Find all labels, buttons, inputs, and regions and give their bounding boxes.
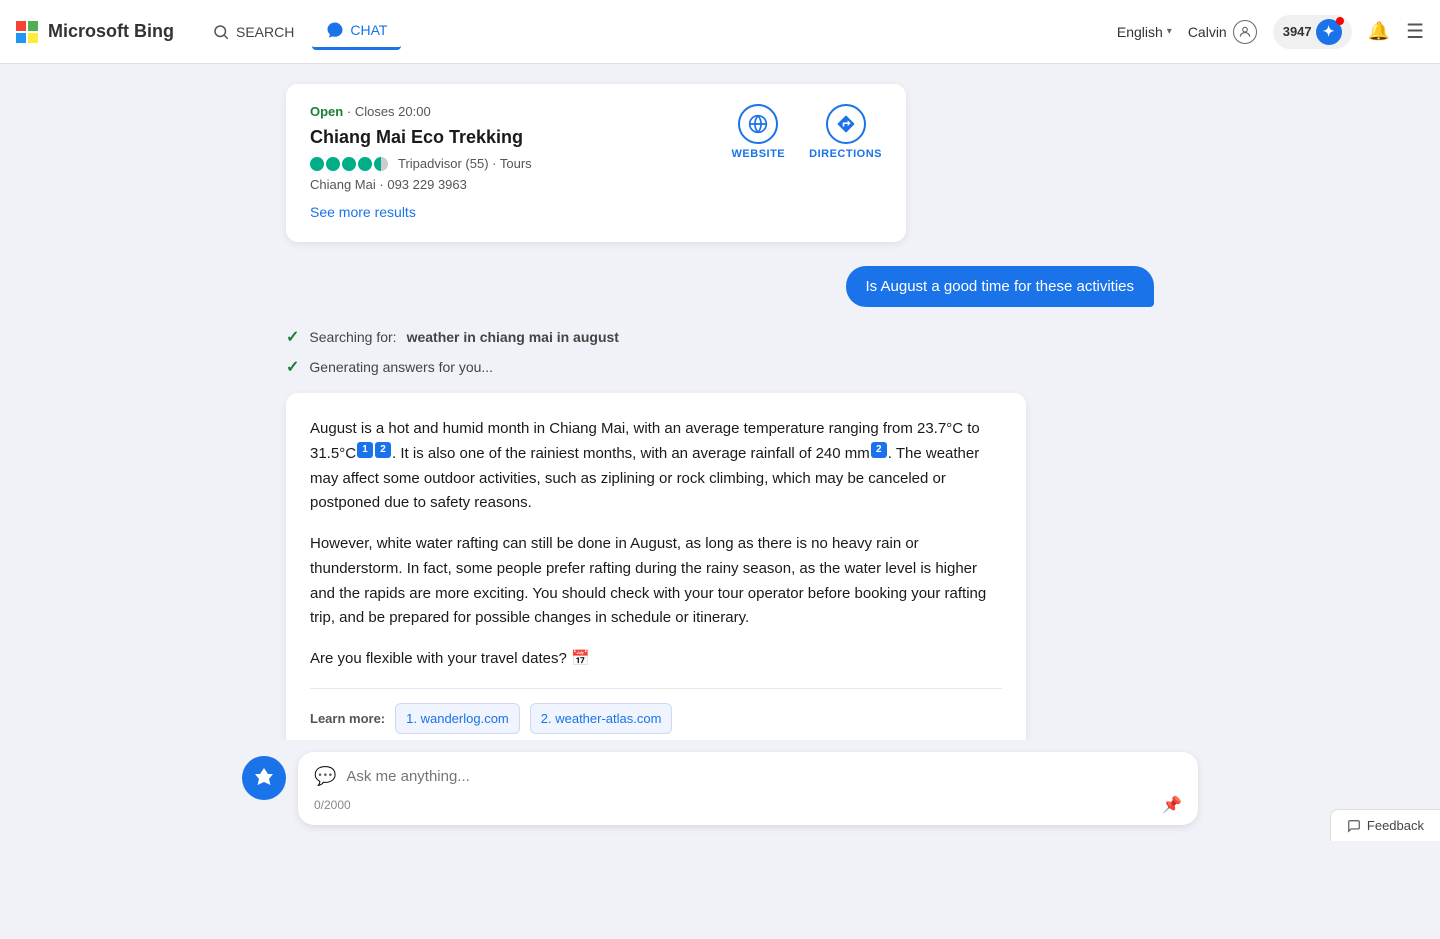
address-text: Chiang Mai: [310, 177, 376, 192]
website-icon: [738, 104, 778, 144]
points-badge[interactable]: 3947 ✦: [1273, 15, 1352, 49]
menu-icon[interactable]: ☰: [1406, 19, 1424, 44]
chat-label: CHAT: [350, 22, 387, 38]
response-paragraph-3: Are you flexible with your travel dates?…: [310, 647, 1002, 672]
card-actions: WEBSITE DIRECTIONS: [732, 104, 882, 160]
search-status-1: ✓ Searching for: weather in chiang mai i…: [286, 327, 1154, 347]
input-footer: 0/2000 📌: [314, 795, 1182, 815]
website-action[interactable]: WEBSITE: [732, 104, 786, 160]
user-avatar: [1233, 20, 1257, 44]
para1-middle: . It is also one of the rainiest months,…: [392, 445, 870, 462]
bing-logo[interactable]: Microsoft Bing: [16, 21, 174, 43]
category-label: Tours: [500, 156, 532, 171]
learn-more-link-2[interactable]: 2. weather-atlas.com: [530, 703, 673, 734]
chevron-down-icon: ▾: [1167, 26, 1172, 37]
star-rating: [310, 157, 390, 171]
response-paragraph-1: August is a hot and humid month in Chian…: [310, 417, 1002, 516]
learn-more-section: Learn more: 1. wanderlog.com 2. weather-…: [310, 688, 1002, 734]
check-icon-2: ✓: [286, 357, 299, 377]
nav-chat[interactable]: CHAT: [312, 13, 401, 50]
check-icon-1: ✓: [286, 327, 299, 347]
input-row: 💬: [314, 766, 1182, 787]
cite-badge-1[interactable]: 1: [357, 442, 373, 458]
directions-label: DIRECTIONS: [809, 148, 882, 160]
response-paragraph-2: However, white water rafting can still b…: [310, 532, 1002, 631]
phone-number: 093 229 3963: [387, 177, 467, 192]
directions-icon: [826, 104, 866, 144]
feedback-button[interactable]: Feedback: [1330, 809, 1440, 841]
user-message: Is August a good time for these activiti…: [286, 266, 1154, 307]
points-value: 3947: [1283, 24, 1312, 39]
search-label: SEARCH: [236, 24, 294, 40]
user-bubble: Is August a good time for these activiti…: [846, 266, 1154, 307]
search-status-2: ✓ Generating answers for you...: [286, 357, 1154, 377]
chat-icon: [326, 21, 344, 39]
search-icon: [212, 23, 230, 41]
generating-text: Generating answers for you...: [309, 359, 493, 375]
rewards-icon: ✦: [1316, 19, 1342, 45]
copilot-avatar: [242, 756, 286, 800]
language-text: English: [1117, 24, 1163, 40]
language-selector[interactable]: English ▾: [1117, 24, 1172, 40]
input-box: 💬 0/2000 📌: [298, 752, 1198, 825]
header: Microsoft Bing SEARCH CHAT English ▾ Cal…: [0, 0, 1440, 64]
feedback-icon: [1347, 819, 1361, 833]
card-address: Chiang Mai · 093 229 3963: [310, 177, 882, 192]
tripadvisor-count: Tripadvisor (55): [398, 156, 489, 171]
search-query: weather in chiang mai in august: [407, 329, 619, 345]
logo-text: Microsoft Bing: [48, 21, 174, 42]
username: Calvin: [1188, 24, 1227, 40]
response-card: August is a hot and humid month in Chian…: [286, 393, 1026, 758]
website-label: WEBSITE: [732, 148, 786, 160]
result-card: Open · Closes 20:00 Chiang Mai Eco Trekk…: [286, 84, 906, 242]
cite-badge-2[interactable]: 2: [375, 442, 391, 458]
logo-squares: [16, 21, 38, 43]
see-more-link[interactable]: See more results: [310, 204, 416, 220]
learn-more-link-1[interactable]: 1. wanderlog.com: [395, 703, 520, 734]
rating-text: Tripadvisor (55) · Tours: [398, 156, 532, 171]
header-nav: SEARCH CHAT: [198, 13, 401, 50]
chat-bubble-icon: 💬: [314, 766, 336, 787]
cite-badge-3[interactable]: 2: [871, 442, 887, 458]
learn-more-label: Learn more:: [310, 708, 385, 729]
input-area: 💬 0/2000 📌: [0, 740, 1440, 841]
directions-action[interactable]: DIRECTIONS: [809, 104, 882, 160]
header-right: English ▾ Calvin 3947 ✦ 🔔 ☰: [1117, 15, 1424, 49]
user-info[interactable]: Calvin: [1188, 20, 1257, 44]
card-closes-time: Closes 20:00: [355, 104, 431, 119]
chat-input[interactable]: [346, 768, 1182, 785]
searching-prefix: Searching for:: [309, 329, 396, 345]
notifications-icon[interactable]: 🔔: [1368, 21, 1390, 42]
char-count: 0/2000: [314, 798, 351, 812]
copilot-icon: [252, 766, 276, 790]
pin-icon[interactable]: 📌: [1162, 795, 1182, 815]
nav-search[interactable]: SEARCH: [198, 15, 308, 49]
feedback-label: Feedback: [1367, 818, 1424, 833]
